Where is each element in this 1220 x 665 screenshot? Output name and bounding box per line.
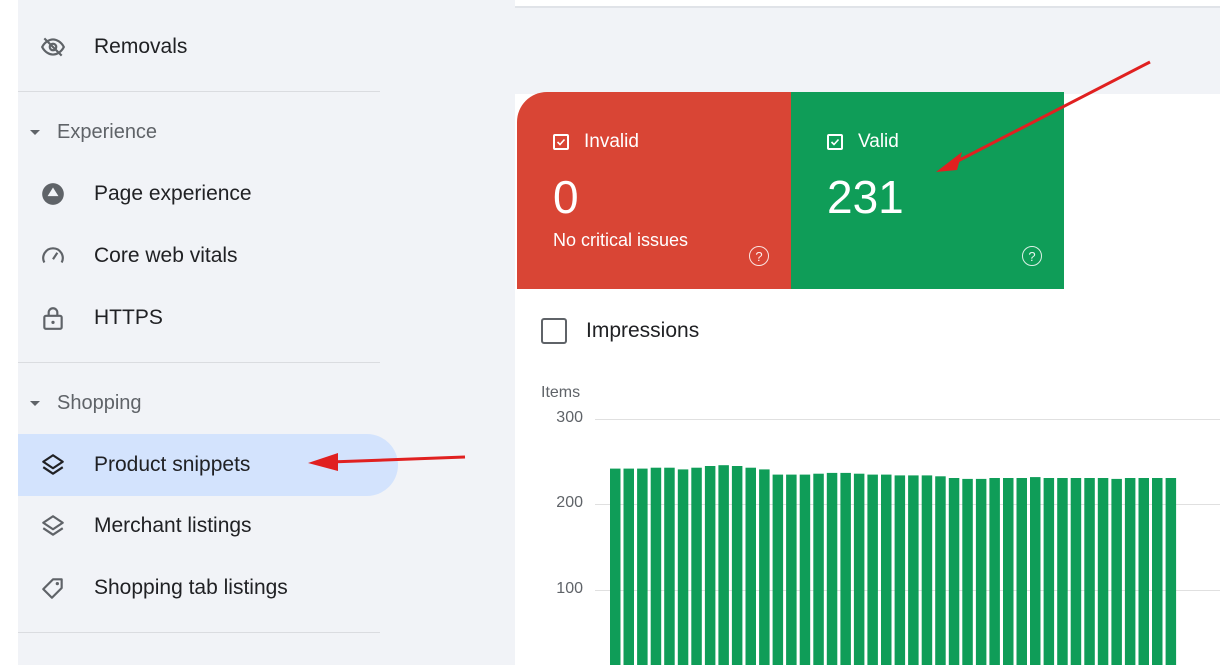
caret-down-icon — [30, 129, 40, 135]
chart-bar[interactable] — [948, 478, 960, 665]
invalid-count: 0 — [553, 171, 579, 223]
chart-bar[interactable] — [935, 476, 946, 665]
section-shopping[interactable]: Shopping — [18, 383, 398, 423]
chart-bar[interactable] — [840, 472, 851, 665]
chart-bar[interactable] — [1165, 478, 1177, 665]
chart-bar[interactable] — [677, 469, 689, 665]
chart-bar[interactable] — [637, 468, 648, 665]
checkbox-checked-icon[interactable] — [553, 134, 569, 150]
chart-bar[interactable] — [650, 467, 662, 665]
invalid-subtext: No critical issues — [553, 230, 689, 250]
chart-bar[interactable] — [894, 475, 906, 665]
divider — [18, 362, 380, 363]
valid-card[interactable]: Valid 231 ? — [791, 92, 1064, 289]
help-icon[interactable]: ? — [1022, 246, 1042, 266]
chart-bar[interactable] — [1030, 477, 1041, 665]
chart-bar[interactable] — [962, 478, 973, 665]
chart-bar[interactable] — [759, 469, 770, 665]
sidebar-item-page-experience[interactable]: Page experience — [18, 164, 398, 224]
main-content: Invalid 0 No critical issues ? Valid 231… — [515, 0, 1220, 665]
chart-bar[interactable] — [975, 478, 987, 665]
chart-bar[interactable] — [1138, 478, 1150, 665]
chart-bar[interactable] — [826, 472, 838, 665]
chart-bar[interactable] — [664, 467, 675, 665]
invalid-label: Invalid — [584, 131, 639, 152]
valid-label: Valid — [858, 131, 899, 152]
lock-icon — [40, 305, 66, 331]
sidebar-item-label: Product snippets — [94, 453, 251, 476]
chart-bar[interactable] — [1097, 478, 1109, 665]
tag-icon — [40, 575, 66, 601]
sidebar-item-label: HTTPS — [94, 306, 163, 329]
section-experience[interactable]: Experience — [18, 112, 398, 152]
sidebar-item-label: Core web vitals — [94, 244, 238, 267]
chart-bar[interactable] — [989, 478, 1000, 665]
top-bar — [515, 6, 1220, 94]
chart-bar[interactable] — [813, 473, 824, 665]
chart-bar[interactable] — [1111, 478, 1122, 665]
sidebar: Removals Experience Page experience Core… — [0, 0, 515, 665]
speedometer-icon — [40, 243, 66, 269]
chart-bar[interactable] — [786, 474, 797, 665]
chart-bar[interactable] — [867, 474, 878, 665]
chart-bar[interactable] — [1016, 478, 1028, 665]
chart-bar[interactable] — [1124, 478, 1136, 665]
chart-bar[interactable] — [1152, 478, 1163, 665]
chart-bar[interactable] — [1057, 478, 1068, 665]
sidebar-item-label: Page experience — [94, 182, 252, 205]
chart-bar[interactable] — [853, 473, 865, 665]
chart-bar[interactable] — [623, 468, 635, 665]
chart-bar[interactable] — [1084, 478, 1095, 665]
divider — [18, 632, 380, 633]
chart-bar[interactable] — [731, 466, 743, 665]
chart-bar[interactable] — [799, 474, 811, 665]
sidebar-item-removals[interactable]: Removals — [18, 17, 398, 77]
chart-bar[interactable] — [718, 465, 729, 665]
chart-bar[interactable] — [1070, 478, 1082, 665]
sidebar-item-merchant-listings[interactable]: Merchant listings — [18, 496, 398, 556]
sidebar-item-label: Removals — [94, 35, 188, 58]
sidebar-item-shopping-tab-listings[interactable]: Shopping tab listings — [18, 558, 398, 618]
sidebar-item-core-web-vitals[interactable]: Core web vitals — [18, 226, 398, 286]
chart-bar[interactable] — [610, 468, 621, 665]
help-icon[interactable]: ? — [749, 246, 769, 266]
sidebar-item-label: Merchant listings — [94, 514, 252, 537]
layers-icon — [40, 513, 66, 539]
chart-bar[interactable] — [908, 475, 919, 665]
chart-bar[interactable] — [704, 466, 716, 665]
chart-bar[interactable] — [1043, 478, 1055, 665]
chart-bar[interactable] — [881, 474, 892, 665]
chart-bar[interactable] — [691, 467, 702, 665]
chart-bar[interactable] — [745, 467, 757, 665]
chart-bar[interactable] — [772, 474, 784, 665]
bar-chart — [610, 465, 1177, 665]
sidebar-item-label: Shopping tab listings — [94, 576, 288, 599]
divider — [18, 91, 380, 92]
page-experience-icon — [40, 181, 66, 207]
impressions-checkbox[interactable] — [541, 318, 567, 344]
section-label: Experience — [57, 120, 158, 143]
section-label: Shopping — [57, 391, 142, 414]
impressions-label: Impressions — [586, 319, 700, 342]
impressions-toggle[interactable]: Impressions — [541, 316, 699, 346]
checkbox-checked-icon[interactable] — [827, 134, 843, 150]
layers-icon — [40, 452, 66, 478]
chart-bar[interactable] — [921, 475, 933, 665]
sidebar-item-product-snippets[interactable]: Product snippets — [18, 434, 398, 496]
caret-down-icon — [30, 400, 40, 406]
valid-count: 231 — [827, 171, 904, 223]
chart-bar[interactable] — [1003, 478, 1014, 665]
invalid-card[interactable]: Invalid 0 No critical issues ? — [517, 92, 791, 289]
eye-off-icon — [40, 34, 66, 60]
sidebar-item-https[interactable]: HTTPS — [18, 288, 398, 348]
